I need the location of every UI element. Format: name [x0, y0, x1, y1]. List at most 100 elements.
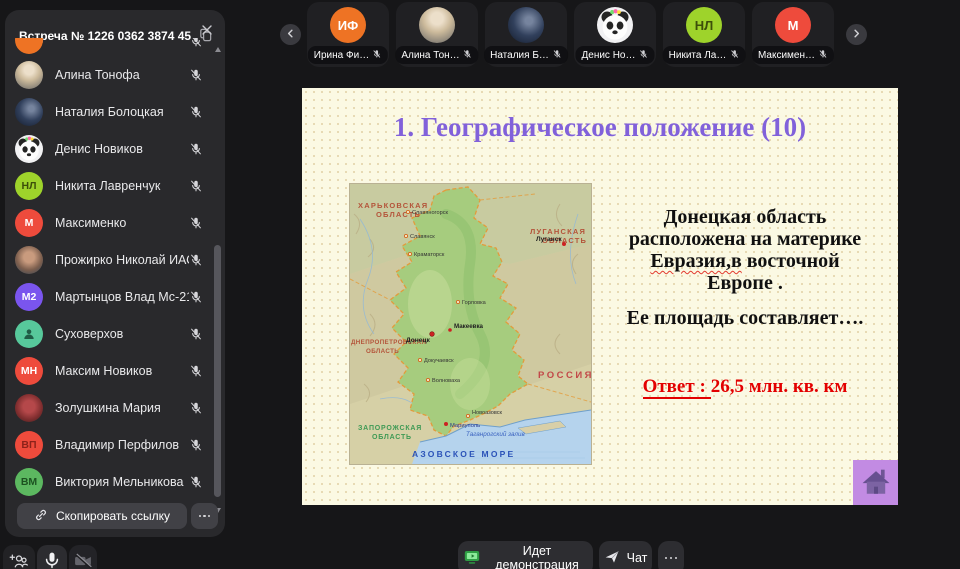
map-city-volnovakha: Волноваха [432, 378, 461, 384]
slide-title: 1. Географическое положение (10) [302, 112, 898, 143]
bottom-more-button[interactable] [658, 541, 684, 569]
scroll-up-arrow[interactable] [215, 47, 221, 52]
participant-row[interactable]: НЛ Никита Лавренчук [5, 167, 211, 204]
avatar: НЛ [15, 172, 43, 200]
video-tile[interactable]: Наталия Б… [485, 2, 567, 67]
mic-muted-icon [189, 179, 203, 193]
participant-row[interactable]: Наталия Болоцкая [5, 93, 211, 130]
tiles-scroll-right-button[interactable] [846, 24, 867, 45]
avatar: ВП [15, 431, 43, 459]
mic-muted-icon [552, 49, 562, 62]
map-city-lugansk: Луганск [536, 236, 562, 243]
participant-row[interactable]: Денис Новиков [5, 130, 211, 167]
link-icon [34, 508, 48, 525]
sidebar-more-button[interactable] [191, 503, 218, 529]
tile-name-badge: Алина Тон… [395, 46, 478, 64]
screen-share-icon [464, 549, 480, 568]
map-label-zaporizhzhia-1: ЗАПОРОЖСКАЯ [358, 425, 422, 432]
mic-muted-icon [189, 327, 203, 341]
more-icon [199, 515, 202, 518]
avatar: М2 [15, 283, 43, 311]
chevron-right-icon [851, 27, 862, 42]
camera-off-icon [73, 551, 93, 569]
avatar [419, 7, 455, 43]
avatar-panda [597, 7, 633, 43]
chat-button[interactable]: Чат [599, 541, 652, 569]
slide-body-text: Донецкая область расположена на материке… [598, 206, 892, 329]
participant-row[interactable]: ВМ Виктория Мельникова [5, 463, 211, 500]
map-city-mariupol: Мариуполь [450, 423, 480, 429]
mic-muted-icon [189, 105, 203, 119]
answer-label: Ответ : [643, 376, 711, 399]
avatar [508, 7, 544, 43]
avatar-panda [15, 135, 43, 163]
home-icon [859, 464, 893, 501]
copy-link-button[interactable]: Скопировать ссылку [17, 503, 187, 529]
answer-value: 26,5 млн. кв. км [711, 376, 848, 397]
participant-list-scrollbar[interactable] [213, 45, 222, 515]
video-tile-strip: ИФ Ирина Фи… Алина Тон… Наталия Б… [307, 2, 834, 67]
video-tile[interactable]: ИФ Ирина Фи… [307, 2, 389, 67]
video-tile[interactable]: Алина Тон… [396, 2, 478, 67]
avatar: ВМ [15, 468, 43, 496]
video-tile[interactable]: Денис Но… [574, 2, 656, 67]
tile-name-badge: Максимен… [752, 46, 834, 64]
map-label-zaporizhzhia-2: ОБЛАСТЬ [372, 434, 412, 441]
more-icon [665, 557, 668, 560]
participant-row[interactable]: Суховерхов [5, 315, 211, 352]
mic-muted-icon [463, 49, 473, 62]
scrollbar-thumb[interactable] [214, 245, 221, 497]
participant-row[interactable]: М2 Мартынцов Влад Мс-21 [5, 278, 211, 315]
participant-row[interactable]: Золушкина Мария [5, 389, 211, 426]
map-city-dokuchaevsk: Докучаевск [424, 358, 454, 364]
slide-area-question: Ее площадь составляет…. [598, 307, 892, 329]
mic-muted-icon [818, 49, 828, 62]
map-city-slavyanogorsk: Славяногорск [412, 210, 448, 216]
avatar [15, 394, 43, 422]
avatar [15, 38, 43, 54]
map-label-luhansk-1: ЛУГАНСКАЯ [530, 227, 586, 236]
participant-row[interactable]: МН Максим Новиков [5, 352, 211, 389]
add-people-icon [9, 551, 29, 569]
slide-home-button[interactable] [853, 460, 898, 505]
participant-row[interactable]: Алина Тонофа [5, 56, 211, 93]
avatar: НЛ [686, 7, 722, 43]
tile-name-badge: Никита Ла… [663, 46, 746, 64]
avatar [15, 61, 43, 89]
avatar: М [15, 209, 43, 237]
mic-muted-icon [189, 142, 203, 156]
mic-muted-icon [189, 290, 203, 304]
mic-muted-icon [189, 216, 203, 230]
meeting-app-window: Встреча № 1226 0362 3874 45 [0, 0, 960, 569]
mic-muted-icon [189, 253, 203, 267]
map-city-slavyansk: Славянск [410, 234, 435, 240]
avatar: МН [15, 357, 43, 385]
tile-name-badge: Ирина Фи… [308, 46, 388, 64]
screen-sharing-status-button[interactable]: Идет демонстрация [458, 541, 593, 569]
participant-row[interactable]: Прожирко Николай ИАС-23 [5, 241, 211, 278]
mic-muted-icon [729, 49, 739, 62]
mic-muted-icon [372, 49, 382, 62]
participant-row[interactable]: М Максименко [5, 204, 211, 241]
mic-muted-icon [639, 49, 649, 62]
map-label-taganrog-bay: Таганрогский залив [466, 430, 525, 438]
mic-muted-icon [189, 438, 203, 452]
map-label-azov-sea: АЗОВСКОЕ МОРЕ [412, 449, 515, 459]
avatar-person-icon [15, 320, 43, 348]
video-tile[interactable]: НЛ Никита Ла… [663, 2, 745, 67]
add-participants-button[interactable] [3, 545, 35, 569]
participant-row[interactable]: ВП Владимир Перфилов [5, 426, 211, 463]
mic-muted-icon [189, 38, 203, 48]
map-label-russia: РОССИЯ [538, 370, 592, 381]
slide-answer: Ответ :26,5 млн. кв. км [598, 376, 892, 398]
video-tile[interactable]: М Максимен… [752, 2, 834, 67]
microphone-button[interactable] [37, 545, 67, 569]
map-label-dnipro-2: ОБЛАСТЬ [366, 348, 399, 355]
map-city-gorlovka: Горловка [462, 300, 487, 306]
participant-row-partial[interactable] [5, 38, 211, 56]
avatar [15, 98, 43, 126]
shared-presentation-slide: 1. Географическое положение (10) ХАРЬКОВ… [302, 88, 898, 505]
camera-off-button[interactable] [69, 545, 97, 569]
map-city-donetsk: Донецк [406, 337, 431, 344]
tiles-scroll-left-button[interactable] [280, 24, 301, 45]
